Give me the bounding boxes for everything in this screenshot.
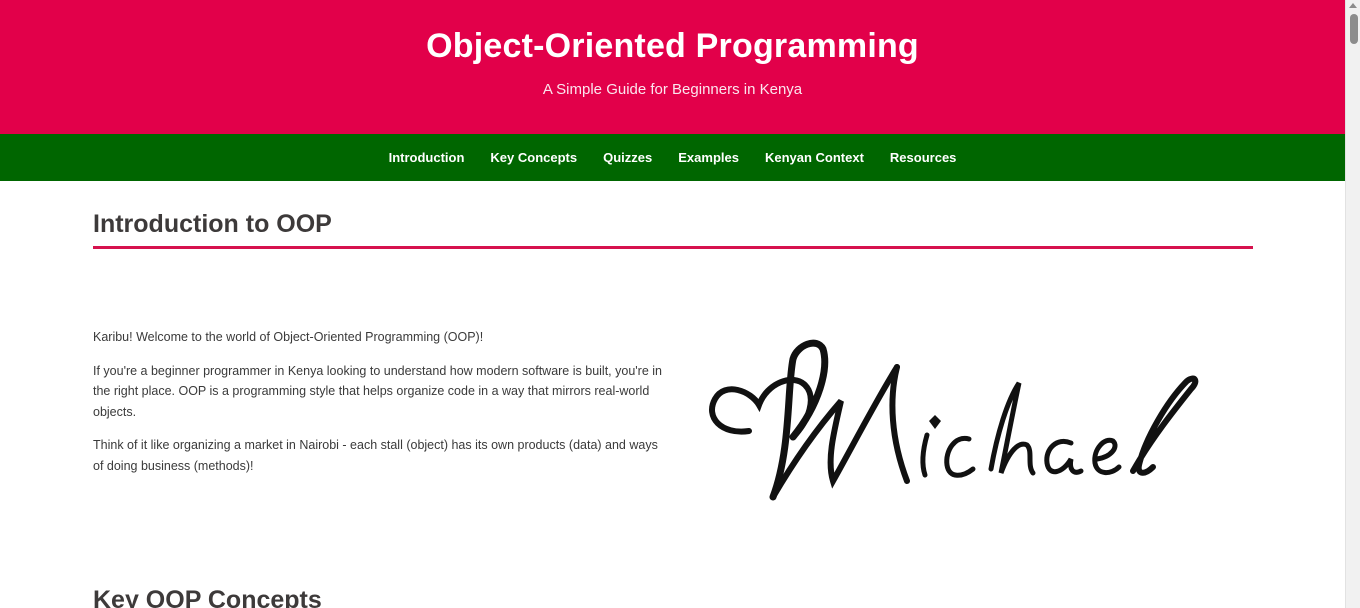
intro-paragraph: If you're a beginner programmer in Kenya… bbox=[93, 363, 662, 419]
site-header: Object-Oriented Programming A Simple Gui… bbox=[0, 0, 1345, 134]
nav-link-resources[interactable]: Resources bbox=[890, 149, 956, 167]
main-nav: Introduction Key Concepts Quizzes Exampl… bbox=[0, 134, 1345, 181]
intro-text: Karibu! Welcome to the world of Object-O… bbox=[93, 327, 663, 489]
signature-image bbox=[701, 339, 1201, 509]
nav-link-introduction[interactable]: Introduction bbox=[389, 149, 465, 167]
scrollbar-thumb[interactable] bbox=[1350, 14, 1358, 44]
page-viewport: Object-Oriented Programming A Simple Gui… bbox=[0, 0, 1345, 608]
nav-link-quizzes[interactable]: Quizzes bbox=[603, 149, 652, 167]
vertical-scrollbar[interactable] bbox=[1345, 0, 1360, 608]
nav-link-examples[interactable]: Examples bbox=[678, 149, 739, 167]
site-subtitle: A Simple Guide for Beginners in Kenya bbox=[542, 81, 803, 98]
nav-link-key-concepts[interactable]: Key Concepts bbox=[490, 149, 577, 167]
nav-link-kenyan-context[interactable]: Kenyan Context bbox=[765, 149, 864, 167]
key-concepts-heading: Key OOP Concepts bbox=[93, 586, 322, 608]
intro-paragraph: Think of it like organizing a market in … bbox=[93, 438, 658, 473]
intro-section: Karibu! Welcome to the world of Object-O… bbox=[93, 249, 1253, 549]
heart-signature-logo-icon bbox=[709, 339, 1199, 501]
intro-paragraph: Karibu! Welcome to the world of Object-O… bbox=[93, 330, 484, 344]
intro-heading: Introduction to OOP bbox=[93, 210, 332, 238]
main-content: Introduction to OOP Karibu! Welcome to t… bbox=[93, 181, 1253, 608]
site-title: Object-Oriented Programming bbox=[426, 27, 919, 65]
scroll-up-arrow-icon[interactable] bbox=[1349, 3, 1357, 8]
